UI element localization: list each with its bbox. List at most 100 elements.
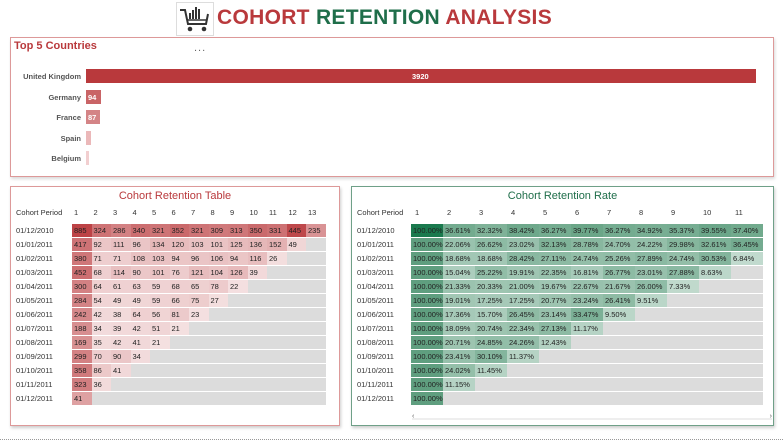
table-cell[interactable]: 300 — [72, 280, 92, 293]
rate-cell[interactable]: 100.00% — [411, 350, 443, 363]
rate-cell[interactable]: 38.42% — [507, 224, 539, 237]
rate-cell[interactable]: 17.25% — [507, 294, 539, 307]
table-cell[interactable] — [208, 336, 228, 349]
rate-cell[interactable]: 36.27% — [603, 224, 635, 237]
table-cell[interactable] — [286, 280, 306, 293]
rate-cell[interactable] — [507, 364, 539, 377]
table-cell[interactable]: 68 — [169, 280, 189, 293]
table-cell[interactable] — [150, 364, 170, 377]
table-cell[interactable] — [189, 322, 209, 335]
rate-cell[interactable] — [699, 336, 731, 349]
rate-cell[interactable] — [539, 378, 571, 391]
table-cell[interactable]: 313 — [228, 224, 248, 237]
rate-cell[interactable]: 32.61% — [699, 238, 731, 251]
rate-cell[interactable]: 33.47% — [571, 308, 603, 321]
table-cell[interactable]: 352 — [169, 224, 189, 237]
rate-cell[interactable]: 23.24% — [571, 294, 603, 307]
table-cell[interactable]: 41 — [72, 392, 92, 405]
cohort-retention-rate-panel[interactable]: Cohort Retention Rate Cohort Period 1 2 3 4 5… — [351, 186, 774, 426]
table-cell[interactable] — [169, 392, 189, 405]
rate-cell[interactable] — [571, 378, 603, 391]
table-cell[interactable] — [189, 350, 209, 363]
table-cell[interactable]: 51 — [150, 322, 170, 335]
table-cell[interactable] — [306, 280, 326, 293]
table-cell[interactable] — [286, 308, 306, 321]
rate-cell[interactable] — [699, 294, 731, 307]
rate-cell[interactable]: 26.77% — [603, 266, 635, 279]
table-cell[interactable]: 331 — [267, 224, 287, 237]
table-cell[interactable] — [286, 392, 306, 405]
rate-cell[interactable]: 39.55% — [699, 224, 731, 237]
table-cell[interactable]: 41 — [130, 336, 150, 349]
table-cell[interactable]: 68 — [91, 266, 111, 279]
table-cell[interactable] — [306, 238, 326, 251]
table-cell[interactable] — [130, 378, 150, 391]
rate-cell[interactable] — [603, 392, 635, 405]
rate-cell[interactable] — [731, 392, 763, 405]
table-cell[interactable]: 21 — [169, 322, 189, 335]
table-cell[interactable] — [208, 392, 228, 405]
table-cell[interactable] — [130, 364, 150, 377]
table-cell[interactable]: 169 — [72, 336, 92, 349]
rate-cell[interactable] — [603, 350, 635, 363]
rate-cell[interactable] — [731, 336, 763, 349]
rate-cell[interactable] — [603, 336, 635, 349]
rate-cell[interactable]: 39.77% — [571, 224, 603, 237]
table-cell[interactable]: 90 — [111, 350, 131, 363]
rate-cell[interactable]: 18.09% — [443, 322, 475, 335]
table-cell[interactable]: 885 — [72, 224, 92, 237]
rate-cell[interactable]: 9.51% — [635, 294, 667, 307]
table-cell[interactable] — [267, 378, 287, 391]
table-cell[interactable]: 380 — [72, 252, 92, 265]
table-cell[interactable] — [208, 350, 228, 363]
rate-cell[interactable] — [731, 294, 763, 307]
rate-cell[interactable]: 100.00% — [411, 322, 443, 335]
rate-cell[interactable]: 20.77% — [539, 294, 571, 307]
table-cell[interactable]: 54 — [91, 294, 111, 307]
rate-cell[interactable] — [699, 364, 731, 377]
rate-cell[interactable]: 20.71% — [443, 336, 475, 349]
rate-cell[interactable]: 18.68% — [475, 252, 507, 265]
table-cell[interactable]: 81 — [169, 308, 189, 321]
table-cell[interactable] — [150, 350, 170, 363]
table-cell[interactable] — [208, 308, 228, 321]
rate-cell[interactable] — [731, 280, 763, 293]
table-cell[interactable] — [189, 336, 209, 349]
rate-cell[interactable] — [731, 322, 763, 335]
table-cell[interactable] — [267, 364, 287, 377]
rate-cell[interactable]: 25.22% — [475, 266, 507, 279]
table-cell[interactable]: 27 — [208, 294, 228, 307]
table-cell[interactable]: 358 — [72, 364, 92, 377]
rate-cell[interactable] — [635, 322, 667, 335]
table-cell[interactable] — [247, 308, 267, 321]
rate-cell[interactable]: 100.00% — [411, 392, 443, 405]
rate-cell[interactable]: 37.40% — [731, 224, 763, 237]
rate-cell[interactable]: 27.11% — [539, 252, 571, 265]
rate-cell[interactable]: 7.33% — [667, 280, 699, 293]
table-cell[interactable]: 42 — [130, 322, 150, 335]
rate-cell[interactable]: 100.00% — [411, 336, 443, 349]
table-cell[interactable] — [169, 378, 189, 391]
table-cell[interactable]: 101 — [150, 266, 170, 279]
table-cell[interactable] — [286, 252, 306, 265]
table-cell[interactable] — [130, 392, 150, 405]
rate-cell[interactable]: 26.00% — [635, 280, 667, 293]
table-cell[interactable] — [169, 336, 189, 349]
rate-cell[interactable]: 28.42% — [507, 252, 539, 265]
country-bar[interactable] — [86, 151, 89, 165]
rate-cell[interactable]: 15.04% — [443, 266, 475, 279]
table-cell[interactable] — [306, 378, 326, 391]
rate-cell[interactable]: 21.00% — [507, 280, 539, 293]
table-cell[interactable]: 121 — [189, 266, 209, 279]
more-options-icon[interactable]: ... — [194, 42, 206, 54]
table-cell[interactable] — [228, 308, 248, 321]
rate-cell[interactable]: 11.45% — [475, 364, 507, 377]
rate-cell[interactable] — [699, 378, 731, 391]
rate-cell[interactable] — [699, 350, 731, 363]
table-cell[interactable] — [306, 322, 326, 335]
table-cell[interactable]: 136 — [247, 238, 267, 251]
table-cell[interactable] — [286, 350, 306, 363]
scrollbar-track[interactable] — [412, 418, 772, 420]
table-cell[interactable]: 134 — [150, 238, 170, 251]
rate-cell[interactable]: 8.63% — [699, 266, 731, 279]
